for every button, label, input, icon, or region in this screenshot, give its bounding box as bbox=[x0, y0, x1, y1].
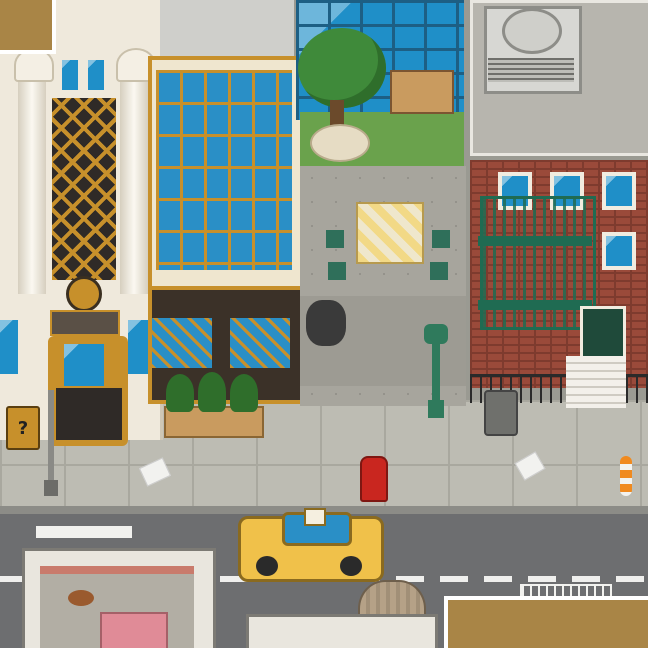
trash-can[interactable] bbox=[484, 390, 518, 436]
sign-pole bbox=[48, 390, 54, 494]
rooftop bbox=[160, 0, 294, 56]
lower-window bbox=[230, 318, 290, 368]
shrub bbox=[166, 374, 194, 412]
ornate-panel bbox=[52, 98, 116, 280]
brick-window bbox=[602, 172, 636, 210]
corner-marker-bottom-right bbox=[444, 596, 648, 648]
shrub bbox=[230, 374, 258, 412]
tree-canopy bbox=[298, 28, 386, 108]
railing bbox=[626, 374, 648, 403]
lamp-base bbox=[428, 400, 444, 418]
top-window-right bbox=[88, 60, 104, 90]
base-window bbox=[128, 320, 148, 374]
emblem-icon bbox=[66, 276, 102, 312]
fire-hydrant[interactable] bbox=[360, 456, 388, 502]
trash-bag[interactable] bbox=[306, 300, 346, 346]
taxi-wheel bbox=[340, 556, 362, 576]
park-bench[interactable] bbox=[390, 70, 454, 114]
taxi-wheel bbox=[256, 556, 278, 576]
question-mark-label: ? bbox=[17, 417, 29, 439]
lower-window bbox=[152, 318, 212, 368]
top-window-left bbox=[62, 60, 78, 90]
column-left bbox=[18, 64, 46, 294]
game-scene: ? bbox=[0, 0, 648, 648]
sign-pole-base bbox=[44, 480, 58, 496]
traffic-post bbox=[620, 456, 632, 496]
roof-bottom-middle bbox=[246, 614, 438, 648]
building-sign bbox=[50, 310, 120, 336]
football[interactable] bbox=[68, 590, 94, 606]
vent bbox=[488, 58, 574, 82]
question-block[interactable]: ? bbox=[6, 406, 40, 450]
chair[interactable] bbox=[430, 262, 448, 280]
apartment-door[interactable] bbox=[580, 306, 626, 362]
brick-window bbox=[602, 232, 636, 270]
column-right bbox=[120, 64, 148, 294]
tree-base bbox=[310, 124, 370, 162]
entrance-mat bbox=[56, 388, 122, 440]
gold-facade-windows bbox=[156, 70, 292, 270]
stoop-stairs bbox=[566, 356, 626, 408]
shrub bbox=[198, 372, 226, 412]
fan-icon bbox=[502, 8, 562, 54]
chair[interactable] bbox=[432, 230, 450, 248]
roof-pad bbox=[100, 612, 168, 648]
fire-escape-landing bbox=[478, 300, 592, 310]
taxi-roof-light bbox=[304, 508, 326, 526]
chair[interactable] bbox=[326, 230, 344, 248]
lamp-head bbox=[424, 324, 448, 344]
base-window bbox=[0, 320, 18, 374]
lane-marking bbox=[36, 526, 132, 538]
roof-stripe bbox=[40, 566, 194, 574]
fire-escape-landing bbox=[478, 236, 592, 246]
corner-marker-top-left bbox=[0, 0, 56, 54]
patio-umbrella bbox=[356, 202, 424, 264]
chair[interactable] bbox=[328, 262, 346, 280]
entrance-door bbox=[64, 344, 104, 386]
